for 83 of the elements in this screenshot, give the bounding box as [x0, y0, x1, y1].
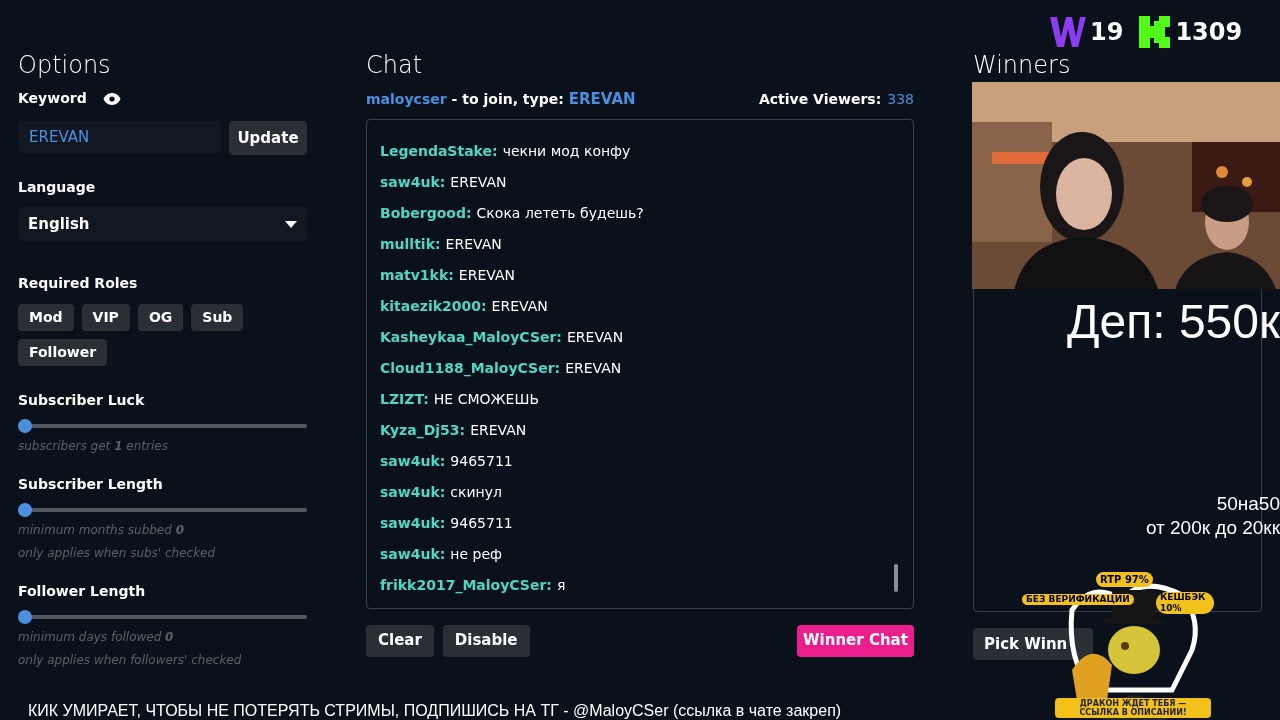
chat-username: Bobergood:: [380, 203, 472, 223]
eye-icon[interactable]: [102, 92, 121, 105]
chat-username: saw4uk:: [380, 513, 446, 533]
update-button[interactable]: Update: [229, 121, 307, 155]
promo-badge: БЕЗ ВЕРИФИКАЦИИ: [1022, 594, 1134, 605]
scrollbar[interactable]: [894, 563, 898, 592]
hint-text: minimum months subbed 0: [18, 523, 186, 538]
chat-message: не реф: [450, 544, 503, 564]
chat-username: mulltik:: [380, 234, 441, 254]
field-label: Required Roles: [18, 274, 139, 293]
chat-button[interactable]: Clear: [366, 624, 434, 657]
keyword-text: EREVAN: [568, 89, 636, 110]
keyword-field[interactable]: EREVAN: [18, 121, 221, 153]
chat-message: НЕ СМОЖЕШЬ: [433, 389, 540, 409]
panel-title: Options: [18, 50, 112, 80]
chat-username: Kasheykaa_MaloyCSer:: [380, 327, 562, 348]
w-logo-icon: [1050, 15, 1086, 49]
chat-message: EREVAN: [445, 234, 502, 254]
counter-value: 1309: [1175, 17, 1243, 48]
slider-label: Follower Length: [18, 582, 147, 601]
overlay-text: 50на50: [1216, 492, 1280, 516]
slider-thumb[interactable]: [18, 610, 32, 624]
chat-username: frikk2017_MaloyCSer:: [380, 575, 552, 596]
join-instructions: - to join, type:: [451, 89, 564, 109]
banner-text: ССЫЛКА В ОПИСАНИИ!: [1079, 708, 1187, 717]
hint-text: subscribers get 1 entries: [18, 439, 169, 454]
chat-message: EREVAN: [458, 265, 515, 285]
role-toggle[interactable]: Follower: [18, 339, 108, 366]
subtitle-text: КИК УМИРАЕТ, ЧТОБЫ НЕ ПОТЕРЯТЬ СТРИМЫ, ПОДПИШИСЬ НА ТГ - @MaloyCSer (ссылка в чате закреп): [28, 701, 842, 720]
chat-username: matv1kk:: [380, 265, 454, 285]
hint-text: minimum days followed 0: [18, 630, 175, 645]
k-logo-icon: [1139, 16, 1172, 48]
chat-button[interactable]: Winner Chat: [797, 624, 914, 657]
field-label: Language: [18, 178, 97, 197]
role-toggle[interactable]: Mod: [18, 304, 74, 331]
overlay-text: от 200к до 20кк: [1145, 516, 1280, 540]
channel-name: maloycser: [366, 89, 447, 109]
chat-message: EREVAN: [491, 296, 548, 316]
role-toggle[interactable]: OG: [137, 304, 184, 331]
field-label: Keyword: [18, 89, 87, 108]
chat-username: Kyza_Dj53:: [380, 420, 466, 441]
viewer-count: 338: [887, 89, 914, 109]
chat-button[interactable]: Disable: [442, 624, 530, 657]
role-toggle[interactable]: VIP: [81, 304, 130, 331]
pick-winner-button[interactable]: Pick Winn: [973, 628, 1093, 660]
role-toggle[interactable]: Sub: [191, 304, 244, 331]
chat-username: kitaezik2000:: [380, 296, 487, 316]
chat-message: EREVAN: [565, 358, 622, 378]
promo-badge: КЕШБЭК 10%: [1156, 592, 1214, 614]
chat-message: EREVAN: [566, 327, 624, 347]
slider-track[interactable]: [18, 419, 307, 433]
hint-text: only applies when subs' checked: [18, 546, 217, 561]
chat-message: скинул: [450, 482, 502, 502]
viewers-label: Active Viewers:: [759, 89, 882, 109]
chat-message: EREVAN: [450, 172, 507, 192]
chat-message: 9465711: [450, 451, 513, 471]
chat-username: saw4uk:: [380, 482, 446, 502]
caret-icon: [285, 220, 297, 228]
promo-badge: RTP 97%: [1096, 572, 1153, 587]
panel-title: Winners: [973, 50, 1072, 80]
slider-track[interactable]: [18, 610, 307, 624]
slider-track[interactable]: [18, 503, 307, 517]
language-dropdown[interactable]: English: [18, 207, 307, 241]
chat-username: Cloud1188_MaloyCSer:: [380, 358, 561, 379]
slider-thumb[interactable]: [18, 503, 32, 517]
panel-title: Chat: [366, 50, 424, 80]
chat-message: я: [556, 575, 566, 595]
chat-username: saw4uk:: [380, 544, 446, 564]
chat-username: LegendaStake:: [380, 141, 498, 161]
chat-message: чекни мод конфу: [502, 141, 631, 161]
chat-username: LZIZT:: [380, 389, 429, 409]
chat-username: saw4uk:: [380, 451, 446, 471]
banner-text: ДРАКОН ЖДЕТ ТЕБЯ —: [1079, 699, 1187, 708]
hint-text: only applies when followers' checked: [18, 653, 243, 668]
slider-label: Subscriber Length: [18, 475, 164, 494]
slider-thumb[interactable]: [18, 419, 32, 433]
chat-message: 9465711: [450, 513, 513, 533]
chat-username: saw4uk:: [380, 172, 446, 192]
counter-value: 19: [1090, 17, 1124, 48]
chat-message: EREVAN: [470, 420, 527, 440]
chat-message: Скока лететь будешь?: [476, 203, 644, 223]
overlay-text: Деп: 550к: [1067, 294, 1280, 350]
slider-label: Subscriber Luck: [18, 391, 146, 410]
